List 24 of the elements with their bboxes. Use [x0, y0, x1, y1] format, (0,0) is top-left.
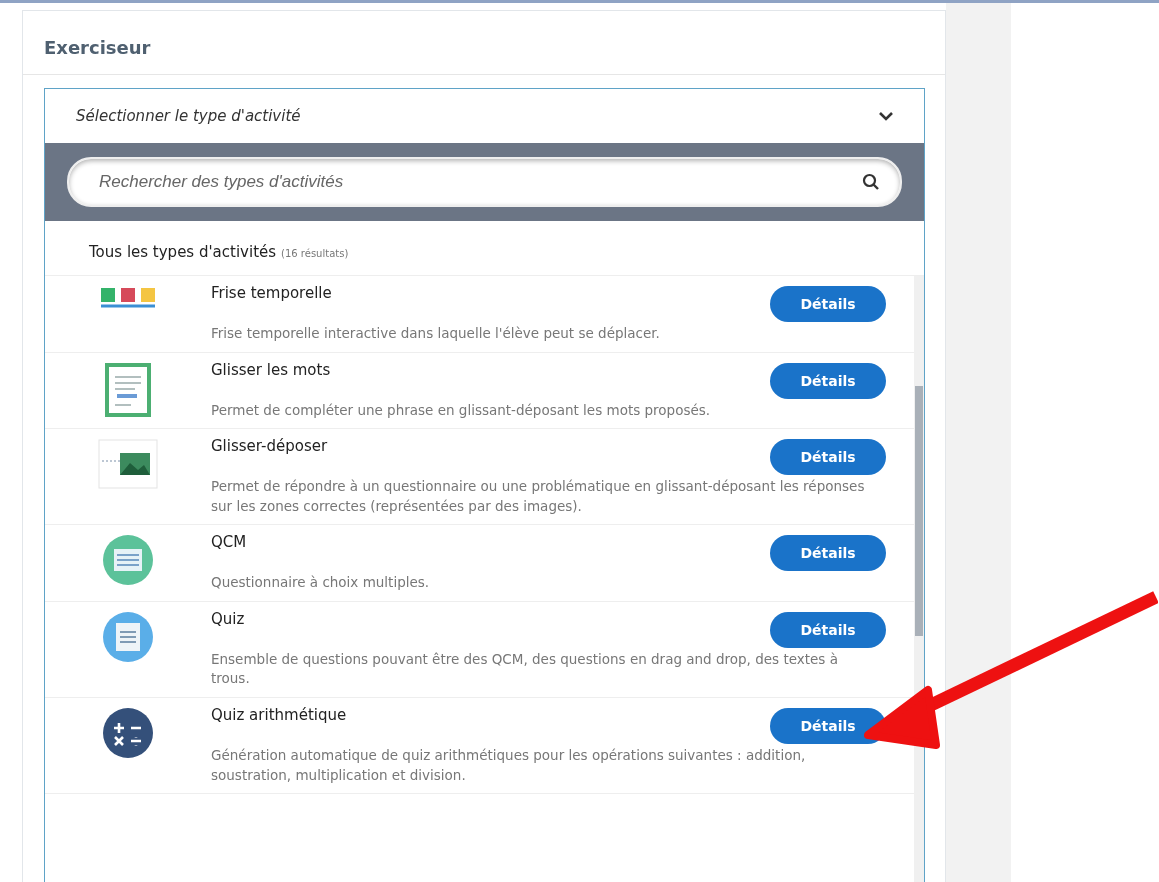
activity-description: Frise temporelle interactive dans laquelle l'élève peut se déplacer.	[211, 324, 661, 343]
activity-title: Glisser-déposer	[211, 436, 328, 456]
details-button[interactable]: Détails	[770, 286, 886, 322]
activity-title: Quiz	[211, 608, 245, 628]
activity-description: Ensemble de questions pouvant être des QCM, des questions en drag and drop, des textes à trous.	[211, 649, 839, 689]
details-button[interactable]: Détails	[770, 611, 886, 648]
activity-description: Permet de répondre à un questionnaire ou une problématique en glissant-déposant les réponses sur les zones correctes (représentées par des images).	[211, 477, 866, 516]
activity-title: Quiz arithmétique	[211, 704, 347, 724]
details-button[interactable]: Détails	[770, 535, 886, 572]
result-count: (16 résultats)	[281, 248, 349, 259]
activity-title: Frise temporelle	[211, 283, 332, 302]
details-button[interactable]: Détails	[770, 362, 886, 399]
activity-title: QCM	[211, 532, 247, 552]
activity-select[interactable]: Sélectionner le type d'activité	[45, 89, 924, 143]
search-field[interactable]: Rechercher des types d'activités	[67, 157, 902, 207]
list-heading: Tous les types d'activités	[89, 243, 277, 261]
select-label: Sélectionner le type d'activité	[76, 107, 301, 125]
activity-description: Génération automatique de quiz arithmétiques pour les opérations suivantes : addition, soustration, multiplication et division.	[211, 745, 807, 785]
details-button[interactable]: Détails	[770, 439, 886, 476]
activity-description: Permet de compléter une phrase en glissant-déposant les mots proposés.	[211, 400, 712, 420]
activity-title: Glisser les mots	[211, 359, 331, 379]
details-button[interactable]: Détails	[770, 707, 886, 744]
panel-title: Exerciseur	[23, 11, 945, 75]
activity-description: Questionnaire à choix multiples.	[211, 573, 431, 593]
